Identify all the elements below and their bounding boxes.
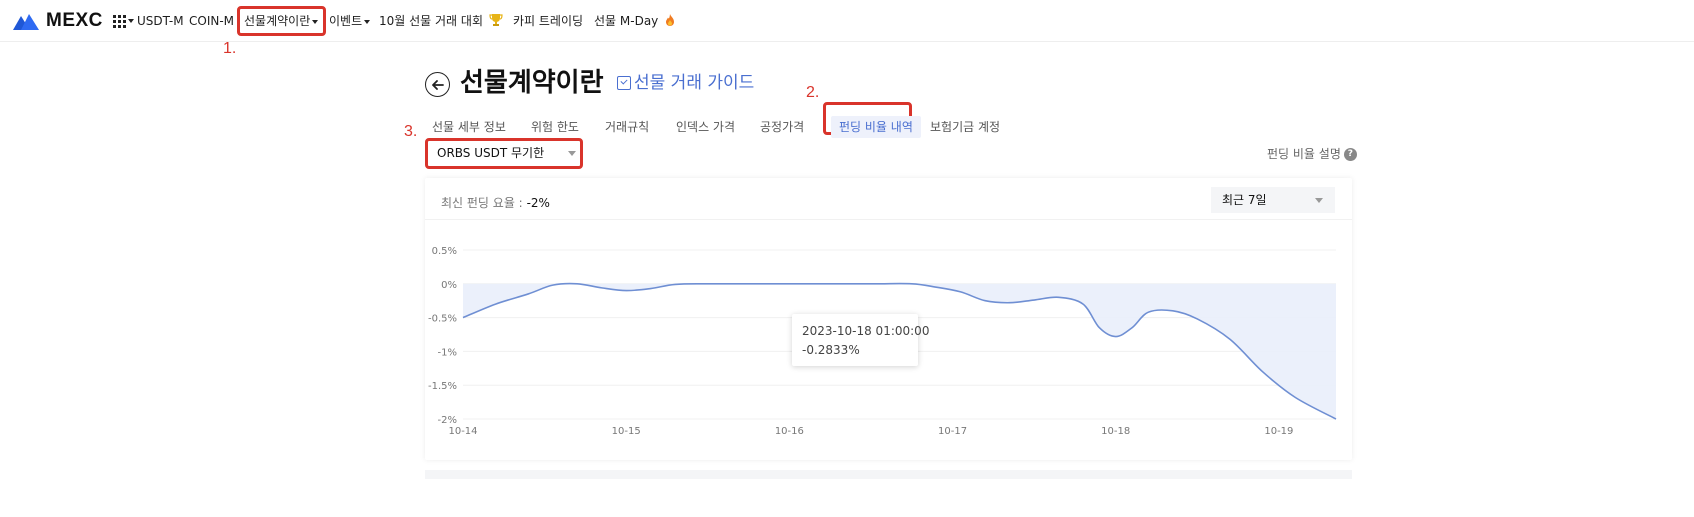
tab-fair-price[interactable]: 공정가격 xyxy=(760,119,804,135)
x-tick-label: 10-15 xyxy=(612,426,641,437)
mexc-logo-icon xyxy=(13,14,39,30)
y-tick-label: -0.5% xyxy=(428,314,457,325)
x-tick-label: 10-14 xyxy=(448,426,477,437)
x-tick-label: 10-18 xyxy=(1101,426,1130,437)
chevron-down-icon xyxy=(128,19,134,23)
nav-events[interactable]: 이벤트 xyxy=(329,13,371,29)
nav-october-contest-label: 10월 선물 거래 대회 xyxy=(379,14,483,28)
arrow-left-icon xyxy=(431,79,444,90)
question-icon: ? xyxy=(1343,147,1357,161)
chevron-down-icon xyxy=(364,19,371,24)
highlight-box-nav xyxy=(237,6,326,36)
tab-futures-details[interactable]: 선물 세부 정보 xyxy=(432,119,506,135)
apps-grid-icon[interactable] xyxy=(113,14,134,28)
nav-events-label: 이벤트 xyxy=(329,14,363,28)
funding-rate-explanation-link[interactable]: 펀딩 비율 설명 ? xyxy=(1267,146,1357,162)
x-tick-label: 10-19 xyxy=(1264,426,1293,437)
tab-index-price[interactable]: 인덱스 가격 xyxy=(676,119,735,135)
next-section-strip xyxy=(425,470,1352,479)
y-tick-label: -2% xyxy=(438,415,457,426)
chart-tooltip: 2023-10-18 01:00:00 -0.2833% xyxy=(792,314,930,366)
fire-icon xyxy=(666,14,675,26)
tab-risk-limit[interactable]: 위험 한도 xyxy=(531,119,579,135)
y-tick-label: -1% xyxy=(438,347,457,358)
page-title: 선물계약이란 xyxy=(460,68,604,98)
step-label-1: 1. xyxy=(223,40,237,57)
trophy-icon xyxy=(489,14,503,26)
futures-guide-link[interactable]: 선물 거래 가이드 xyxy=(617,72,754,94)
step-label-2: 2. xyxy=(806,84,820,101)
mexc-logo[interactable]: MEXC xyxy=(13,10,103,32)
funding-rate-explanation-label: 펀딩 비율 설명 xyxy=(1267,147,1341,161)
y-tick-label: 0% xyxy=(441,280,457,291)
nav-usdt-m[interactable]: USDT-M xyxy=(137,13,184,29)
x-tick-label: 10-17 xyxy=(938,426,967,437)
contract-select-value: ORBS USDT 무기한 xyxy=(437,146,545,160)
y-tick-label: -1.5% xyxy=(428,381,457,392)
contract-select[interactable]: ORBS USDT 무기한 xyxy=(430,140,590,166)
nav-october-contest[interactable]: 10월 선물 거래 대회 xyxy=(379,13,503,29)
nav-m-day[interactable]: 선물 M-Day xyxy=(594,13,675,29)
nav-m-day-label: 선물 M-Day xyxy=(594,14,659,28)
back-button[interactable] xyxy=(425,72,450,97)
edit-guide-icon xyxy=(617,76,631,90)
tab-insurance-fund[interactable]: 보험기금 계정 xyxy=(930,119,1000,135)
nav-coin-m[interactable]: COIN-M xyxy=(189,13,234,29)
step-label-3: 3. xyxy=(404,123,418,140)
tooltip-value: -0.2833% xyxy=(802,343,860,357)
tooltip-time: 2023-10-18 01:00:00 xyxy=(802,324,930,338)
chevron-down-icon xyxy=(568,151,576,156)
tab-trading-rules[interactable]: 거래규칙 xyxy=(605,119,649,135)
futures-guide-link-label: 선물 거래 가이드 xyxy=(634,73,755,93)
logo-text: MEXC xyxy=(46,10,103,31)
x-tick-label: 10-16 xyxy=(775,426,804,437)
y-tick-label: 0.5% xyxy=(432,246,457,257)
tab-funding-rate-history[interactable]: 펀딩 비율 내역 xyxy=(831,116,921,138)
nav-copy-trading[interactable]: 카피 트레이딩 xyxy=(513,13,583,29)
